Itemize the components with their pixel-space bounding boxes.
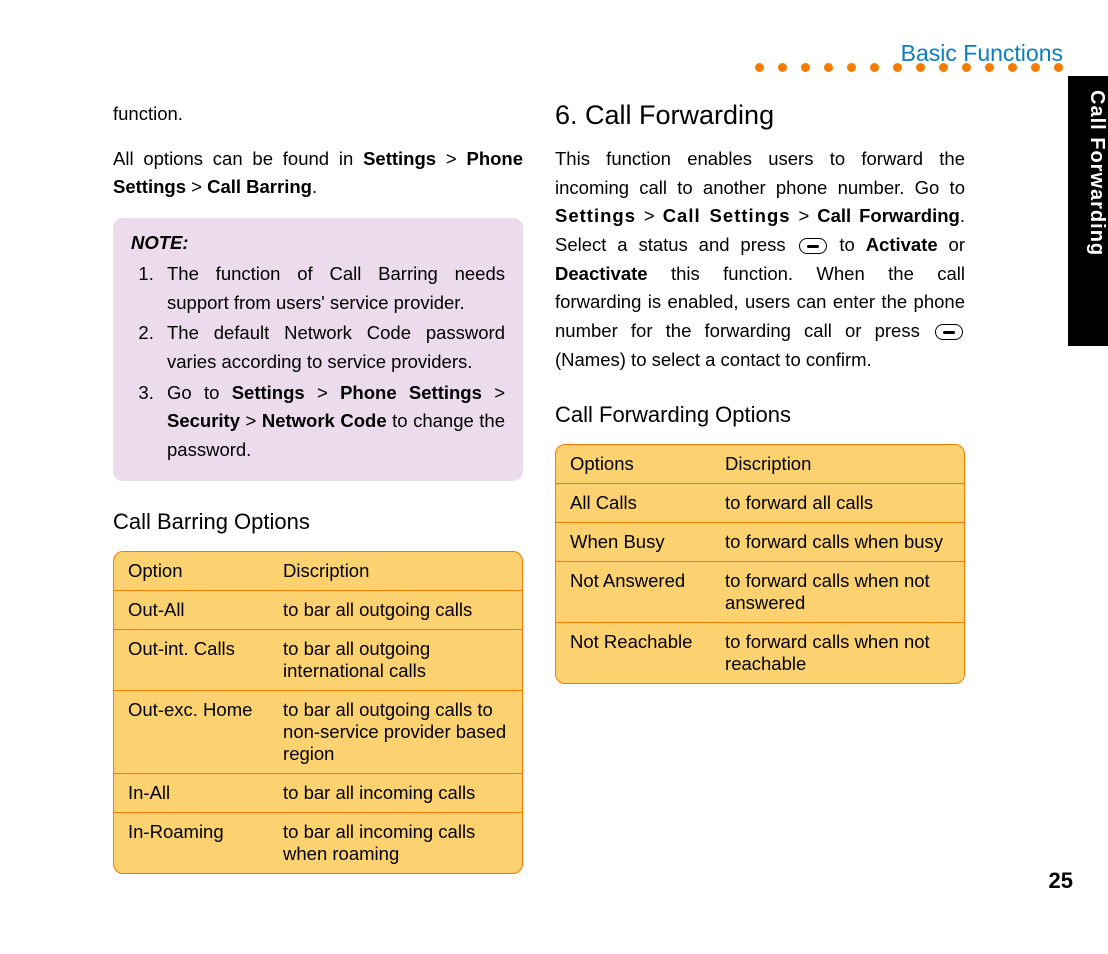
bold-text: Activate [866,234,938,255]
table-row: All Calls to forward all calls [556,484,964,522]
table-cell: When Busy [556,522,711,561]
subheading: Call Barring Options [113,509,523,535]
page-number: 25 [1049,868,1073,894]
table-row: Out-exc. Home to bar all outgoing calls … [114,690,522,773]
text: (Names) to select a contact to confirm. [555,349,872,370]
dot-icon [985,63,994,72]
note-item: Go to Settings > Phone Settings > Securi… [159,379,505,465]
table-cell: In-All [114,773,269,812]
right-column: 6. Call Forwarding This function enables… [555,100,965,874]
bold-text: Security [167,410,240,431]
text: > [482,382,505,403]
bold-text: Settings [232,382,305,403]
header-dots [755,63,1063,72]
bold-text: Network Code [262,410,387,431]
table-cell: Not Answered [556,561,711,622]
table-row: Not Answered to forward calls when not a… [556,561,964,622]
table-cell: to forward all calls [711,484,964,522]
table-cell: to bar all incoming calls when roaming [269,812,522,873]
dot-icon [824,63,833,72]
bold-text: Call Barring [207,176,312,197]
text: > [791,205,818,226]
table-row: Not Reachable to forward calls when not … [556,622,964,683]
text: Go to [167,382,232,403]
dot-icon [893,63,902,72]
dot-icon [1054,63,1063,72]
table-header: Options [556,445,711,484]
dot-icon [801,63,810,72]
bold-text: Deactivate [555,263,648,284]
text: > [240,410,262,431]
table-cell: Not Reachable [556,622,711,683]
table-row: In-All to bar all incoming calls [114,773,522,812]
table-cell: Out-int. Calls [114,629,269,690]
dot-icon [1008,63,1017,72]
table-cell: In-Roaming [114,812,269,873]
paragraph: All options can be found in Settings > P… [113,145,523,202]
note-title: NOTE: [131,232,505,254]
paragraph: function. [113,100,523,129]
table-row: In-Roaming to bar all incoming calls whe… [114,812,522,873]
note-item: The function of Call Barring needs suppo… [159,260,505,317]
subheading: Call Forwarding Options [555,402,965,428]
bold-text: Settings [555,205,636,226]
bold-text: Call Settings [663,205,791,226]
table-cell: to forward calls when not answered [711,561,964,622]
dot-icon [939,63,948,72]
text: All options can be found in [113,148,363,169]
dot-icon [778,63,787,72]
paragraph: This function enables users to forward t… [555,145,965,374]
section-heading: 6. Call Forwarding [555,100,965,131]
text: or [938,234,965,255]
text: . [312,176,317,197]
table-row: When Busy to forward calls when busy [556,522,964,561]
text: > [305,382,340,403]
table-cell: to bar all outgoing international calls [269,629,522,690]
dot-icon [755,63,764,72]
text: > [186,176,207,197]
bold-text: Call Forwarding [817,205,960,226]
dot-icon [870,63,879,72]
table-cell: to bar all incoming calls [269,773,522,812]
note-item: The default Network Code password varies… [159,319,505,376]
text: to [829,234,866,255]
left-column: function. All options can be found in Se… [113,100,523,874]
table-cell: to forward calls when busy [711,522,964,561]
content-columns: function. All options can be found in Se… [113,100,965,874]
table-cell: to forward calls when not reachable [711,622,964,683]
table-cell: Out-All [114,591,269,629]
table-header: Option [114,552,269,591]
dot-icon [916,63,925,72]
table-cell: All Calls [556,484,711,522]
table-cell: to bar all outgoing calls to non-service… [269,690,522,773]
dot-icon [1031,63,1040,72]
table-header: Discription [269,552,522,591]
table-cell: to bar all outgoing calls [269,591,522,629]
softkey-icon [799,238,827,254]
note-box: NOTE: The function of Call Barring needs… [113,218,523,481]
text: > [636,205,663,226]
text: This function enables users to forward t… [555,148,965,198]
text: > [436,148,466,169]
call-forwarding-table: Options Discription All Calls to forward… [555,444,965,684]
bold-text: Settings [363,148,436,169]
table-header: Discription [711,445,964,484]
bold-text: Phone Settings [340,382,482,403]
dot-icon [962,63,971,72]
table-cell: Out-exc. Home [114,690,269,773]
call-barring-table: Option Discription Out-All to bar all ou… [113,551,523,874]
table-row: Out-int. Calls to bar all outgoing inter… [114,629,522,690]
dot-icon [847,63,856,72]
page: Basic Functions Call Forwarding 25 funct… [0,0,1108,954]
side-tab: Call Forwarding [1068,76,1108,346]
table-row: Out-All to bar all outgoing calls [114,591,522,629]
softkey-icon [935,324,963,340]
note-list: The function of Call Barring needs suppo… [131,260,505,465]
